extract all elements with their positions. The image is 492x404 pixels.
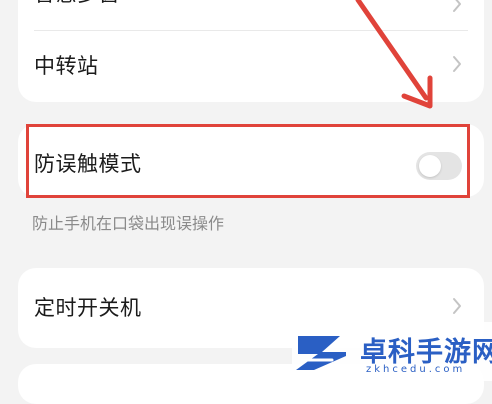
watermark: 卓科手游网 zkhcedu.com bbox=[292, 322, 492, 381]
row-label: 中转站 bbox=[34, 54, 99, 78]
annotation-arrow-icon bbox=[355, 0, 433, 109]
row-label: 定时开关机 bbox=[34, 296, 142, 320]
chevron-right-icon bbox=[453, 298, 461, 314]
highlight-box bbox=[26, 124, 470, 198]
watermark-logo-icon bbox=[296, 336, 346, 370]
row-label: 智慧多窗 bbox=[34, 0, 120, 8]
watermark-url: zkhcedu.com bbox=[366, 364, 466, 375]
anti-mistouch-description: 防止手机在口袋出现误操作 bbox=[32, 214, 225, 233]
